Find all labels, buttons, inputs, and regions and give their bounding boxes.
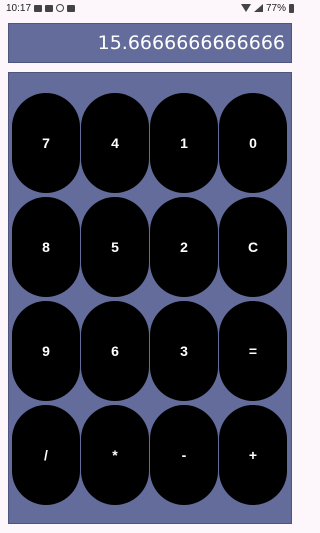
keypad: 7 8 9 / 4 5 6 * 1 2 3 - 0 C = + xyxy=(8,72,292,524)
status-left: 10:17 xyxy=(6,2,76,14)
key-3[interactable]: 3 xyxy=(150,301,218,401)
key-add[interactable]: + xyxy=(219,405,287,505)
key-equals[interactable]: = xyxy=(219,301,287,401)
key-clear[interactable]: C xyxy=(219,197,287,297)
clock: 10:17 xyxy=(6,2,32,14)
message-icon xyxy=(34,4,43,12)
key-4[interactable]: 4 xyxy=(81,93,149,193)
result-display: 15.6666666666666 xyxy=(8,23,292,63)
wifi-icon xyxy=(240,4,251,12)
key-2[interactable]: 2 xyxy=(150,197,218,297)
display-value: 15.6666666666666 xyxy=(97,32,285,54)
battery-icon xyxy=(289,3,294,13)
key-multiply[interactable]: * xyxy=(81,405,149,505)
key-divide[interactable]: / xyxy=(12,405,80,505)
status-right: 77% xyxy=(240,2,294,14)
key-8[interactable]: 8 xyxy=(12,197,80,297)
key-6[interactable]: 6 xyxy=(81,301,149,401)
notification-icon xyxy=(67,4,76,12)
key-1[interactable]: 1 xyxy=(150,93,218,193)
key-subtract[interactable]: - xyxy=(150,405,218,505)
key-5[interactable]: 5 xyxy=(81,197,149,297)
battery-percent: 77% xyxy=(265,2,286,14)
key-7[interactable]: 7 xyxy=(12,93,80,193)
sim-icon xyxy=(45,4,54,12)
media-icon xyxy=(56,4,65,12)
status-bar: 10:17 77% xyxy=(0,0,300,16)
signal-icon xyxy=(253,4,263,12)
key-9[interactable]: 9 xyxy=(12,301,80,401)
key-0[interactable]: 0 xyxy=(219,93,287,193)
